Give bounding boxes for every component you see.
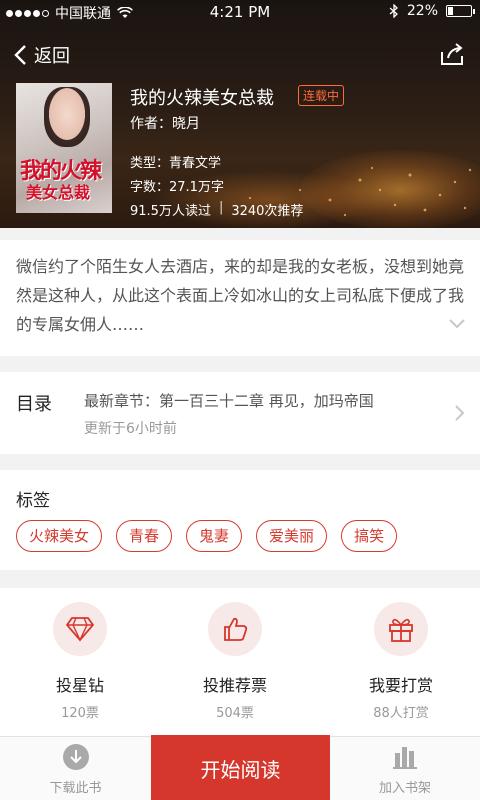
vote-diamond-button[interactable]: 投星钻 120票 [25, 602, 135, 721]
bookshelf-icon [393, 747, 417, 769]
book-stats: 91.5万人读过 | 3240次推荐 [130, 200, 303, 219]
tags-label: 标签 [16, 491, 50, 511]
synopsis-section[interactable]: 微信约了个陌生女人去酒店，来的却是我的女老板，没想到她竟然是这种人，从此这个表面… [0, 240, 480, 356]
action-label: 我要打赏 [368, 676, 433, 695]
tag-chip[interactable]: 爱美丽 [256, 520, 328, 552]
bluetooth-icon [389, 4, 398, 18]
download-icon [62, 744, 89, 770]
add-to-shelf-button[interactable]: 加入书架 [330, 737, 480, 800]
download-button[interactable]: 下载此书 [0, 737, 151, 800]
vote-recommend-button[interactable]: 投推荐票 504票 [180, 602, 290, 721]
book-header: 中国联通 4:21 PM 22% 返回 我的火辣 美女总裁 我的火辣美女总裁 连… [0, 0, 480, 228]
recommend-count: 3240次推荐 [231, 204, 304, 219]
readers-count: 91.5万人读过 [130, 204, 211, 219]
book-genre: 类型：青春文学 [130, 156, 222, 171]
gift-icon [389, 618, 413, 642]
diamond-icon [65, 617, 95, 642]
back-label: 返回 [34, 46, 70, 67]
toc-label: 目录 [16, 394, 52, 415]
book-author[interactable]: 作者：晓月 [130, 113, 200, 133]
latest-chapter: 最新章节：第一百三十二章 再见，加玛帝国 [84, 392, 374, 410]
action-label: 投星钻 [55, 676, 104, 695]
stats-separator: | [218, 200, 224, 215]
status-badge: 连载中 [298, 85, 345, 106]
chevron-right-icon [455, 405, 465, 421]
download-label: 下载此书 [49, 781, 102, 796]
thumbs-up-icon [224, 617, 248, 641]
chevron-left-icon [14, 45, 26, 65]
synopsis-text: 微信约了个陌生女人去酒店，来的却是我的女老板，没想到她竟然是这种人，从此这个表面… [16, 257, 465, 334]
start-reading-button[interactable]: 开始阅读 [151, 735, 330, 800]
book-cover[interactable]: 我的火辣 美女总裁 [16, 83, 112, 213]
bottom-bar: 下载此书 开始阅读 加入书架 [0, 735, 480, 800]
status-bar: 中国联通 4:21 PM 22% [0, 0, 480, 24]
action-label: 投推荐票 [202, 676, 267, 695]
back-button[interactable]: 返回 [14, 42, 70, 68]
tag-chip[interactable]: 搞笑 [341, 520, 398, 552]
shelf-label: 加入书架 [378, 781, 431, 796]
action-count: 120票 [61, 706, 99, 721]
cover-portrait [44, 87, 90, 147]
update-time: 更新于6小时前 [84, 421, 177, 437]
action-count: 88人打赏 [373, 706, 429, 721]
book-title: 我的火辣美女总裁 [130, 88, 274, 109]
battery-percent: 22% [406, 3, 438, 19]
battery-icon [446, 5, 475, 17]
toc-section[interactable]: 目录 最新章节：第一百三十二章 再见，加玛帝国 更新于6小时前 [0, 372, 480, 454]
actions-section: 投星钻 120票 投推荐票 504票 我要打赏 88人打赏 [0, 588, 480, 736]
tag-list: 火辣美女 青春 鬼妻 爱美丽 搞笑 [16, 520, 398, 552]
tags-section: 标签 火辣美女 青春 鬼妻 爱美丽 搞笑 [0, 470, 480, 570]
tip-button[interactable]: 我要打赏 88人打赏 [346, 602, 456, 721]
chevron-down-icon[interactable] [448, 318, 466, 330]
share-icon[interactable] [438, 40, 466, 68]
tag-chip[interactable]: 鬼妻 [186, 520, 243, 552]
tag-chip[interactable]: 火辣美女 [16, 520, 103, 552]
action-count: 504票 [216, 706, 254, 721]
tag-chip[interactable]: 青春 [116, 520, 173, 552]
cover-title-line2: 美女总裁 [26, 183, 91, 202]
book-word-count: 字数：27.1万字 [130, 180, 224, 195]
